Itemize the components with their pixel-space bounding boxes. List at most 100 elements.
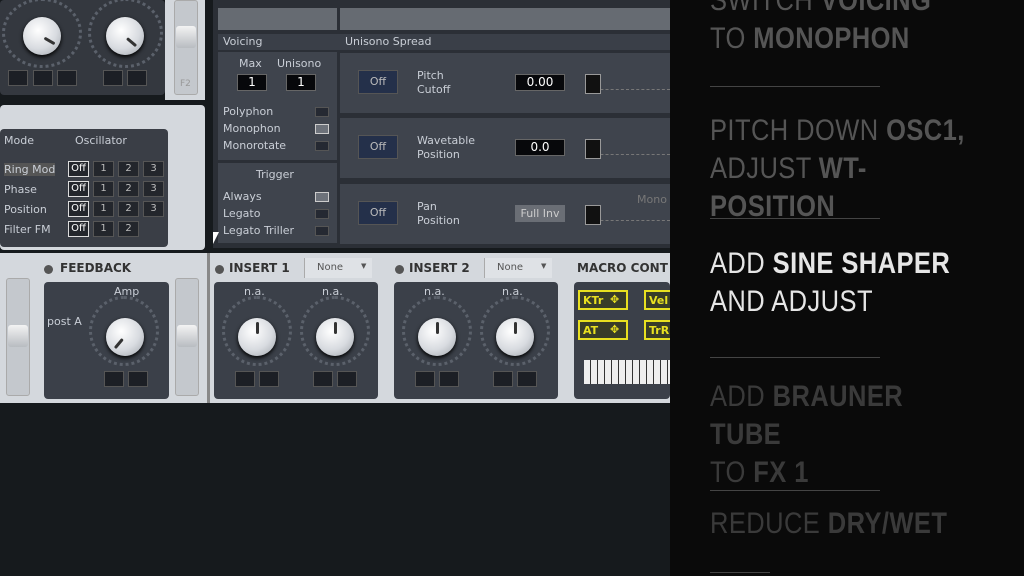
modulation-panel: Mode Oscillator Ring Mod Off 1 2 3 Phase Off 1 2… xyxy=(0,105,205,250)
feedback-fader-left[interactable] xyxy=(6,278,30,396)
mode-header: Mode xyxy=(4,134,34,147)
mod-row-label: Filter FM xyxy=(4,223,51,236)
max-voices-field[interactable]: 1 xyxy=(237,74,267,91)
spread-slider[interactable] xyxy=(585,205,670,225)
mod-slot[interactable] xyxy=(104,371,124,387)
mod-slot[interactable] xyxy=(337,371,357,387)
mod-slot[interactable] xyxy=(493,371,513,387)
mod-slot[interactable] xyxy=(128,371,148,387)
trigger-toggle[interactable] xyxy=(315,192,329,202)
voicing-title: Voicing xyxy=(223,35,263,48)
insert1-panel: INSERT 1 None ▼ n.a. n.a. xyxy=(212,256,382,399)
step-divider xyxy=(710,86,880,87)
insert1-knob[interactable] xyxy=(316,318,354,356)
mod-option-button[interactable]: 3 xyxy=(143,181,164,197)
feedback-fader-right[interactable] xyxy=(175,278,199,396)
mod-option-button[interactable]: Off xyxy=(68,221,89,237)
feedback-title: FEEDBACK xyxy=(60,261,132,275)
tutorial-step-4: ADD BRAUNER TUBE TO FX 1 xyxy=(710,380,904,489)
spread-label: Position xyxy=(417,148,460,161)
mod-option-button[interactable]: 3 xyxy=(143,161,164,177)
spread-value[interactable]: Full Inv xyxy=(515,205,565,222)
spread-label: Cutoff xyxy=(417,83,451,96)
spread-off-button[interactable]: Off xyxy=(358,135,398,159)
mod-option-button[interactable]: 2 xyxy=(118,161,139,177)
osc-knob-2[interactable] xyxy=(106,17,144,55)
oscillator-knob-panel xyxy=(0,0,165,95)
mod-slot[interactable] xyxy=(313,371,333,387)
trigger-toggle[interactable] xyxy=(315,209,329,219)
insert2-knob[interactable] xyxy=(496,318,534,356)
spread-off-button[interactable]: Off xyxy=(358,201,398,225)
macro-control-panel: MACRO CONT KTr✥Vel✥AT✥TrR✥ xyxy=(567,256,694,399)
voicing-toggle[interactable] xyxy=(315,107,329,117)
spread-label: Pitch xyxy=(417,69,444,82)
trigger-title: Trigger xyxy=(256,168,294,181)
mod-option-button[interactable]: 2 xyxy=(118,201,139,217)
mod-option-button[interactable]: 2 xyxy=(118,181,139,197)
mod-option-button[interactable]: 1 xyxy=(93,221,114,237)
drag-handle-icon[interactable]: ✥ xyxy=(610,293,619,306)
step-divider xyxy=(710,357,880,358)
macro-source-ktr[interactable]: KTr ✥ xyxy=(578,290,628,310)
insert2-title: INSERT 2 xyxy=(409,261,470,275)
voicing-toggle[interactable] xyxy=(315,124,329,134)
feedback-power-icon[interactable] xyxy=(44,265,53,274)
mod-option-button[interactable]: 1 xyxy=(93,201,114,217)
keyboard-icon[interactable] xyxy=(584,360,670,384)
mod-slot[interactable] xyxy=(33,70,53,86)
mod-option-button[interactable]: Off xyxy=(68,161,89,177)
feedback-amp-knob[interactable] xyxy=(106,318,144,356)
unisono-spread-title: Unisono Spread xyxy=(345,35,432,48)
chevron-down-icon: ▼ xyxy=(541,262,547,270)
spread-value[interactable]: 0.00 xyxy=(515,74,565,91)
macro-source-at[interactable]: AT ✥ xyxy=(578,320,628,340)
spread-slider[interactable] xyxy=(585,139,670,159)
feedback-panel: FEEDBACK Amp post A xyxy=(40,256,205,399)
mod-slot[interactable] xyxy=(8,70,28,86)
trigger-toggle[interactable] xyxy=(315,226,329,236)
mod-option-button[interactable]: Off xyxy=(68,201,89,217)
mod-slot[interactable] xyxy=(517,371,537,387)
mod-option-button[interactable]: 1 xyxy=(93,181,114,197)
tutorial-step-3: ADD SINE SHAPER AND ADJUST xyxy=(710,247,951,318)
unisono-voices-field[interactable]: 1 xyxy=(286,74,316,91)
insert2-type-dropdown[interactable]: None ▼ xyxy=(484,258,552,278)
mod-row-label: Phase xyxy=(4,183,37,196)
tutorial-step-2: PITCH DOWN OSC1, ADJUST WT-POSITION xyxy=(710,114,965,223)
step-divider xyxy=(710,218,880,219)
mod-option-button[interactable]: 2 xyxy=(118,221,139,237)
spread-value[interactable]: 0.0 xyxy=(515,139,565,156)
fader-label: F2 xyxy=(180,79,191,89)
mod-row-label: Ring Mod xyxy=(4,163,56,176)
mod-option-button[interactable]: 1 xyxy=(93,161,114,177)
insert1-power-icon[interactable] xyxy=(215,265,224,274)
spread-off-button[interactable]: Off xyxy=(358,70,398,94)
voicing-toggle[interactable] xyxy=(315,141,329,151)
insert2-panel: INSERT 2 None ▼ n.a. n.a. xyxy=(392,256,562,399)
amp-fader[interactable]: F2 xyxy=(174,0,198,95)
mod-slot[interactable] xyxy=(127,70,147,86)
insert2-knob[interactable] xyxy=(418,318,456,356)
mod-option-button[interactable]: 3 xyxy=(143,201,164,217)
insert1-title: INSERT 1 xyxy=(229,261,290,275)
osc-knob-1[interactable] xyxy=(23,17,61,55)
drag-handle-icon[interactable]: ✥ xyxy=(610,323,619,336)
mod-slot[interactable] xyxy=(259,371,279,387)
insert1-type-dropdown[interactable]: None ▼ xyxy=(304,258,372,278)
insert1-knob[interactable] xyxy=(238,318,276,356)
mod-slot[interactable] xyxy=(103,70,123,86)
mod-row-label: Position xyxy=(4,203,47,216)
macro-title: MACRO CONT xyxy=(577,261,668,275)
spread-slider[interactable] xyxy=(585,74,670,94)
mod-slot[interactable] xyxy=(57,70,77,86)
tutorial-step-1: SWITCH VOICING TO MONOPHON xyxy=(710,0,932,55)
mono-label: Mono xyxy=(637,193,667,206)
mod-option-button[interactable]: Off xyxy=(68,181,89,197)
insert2-power-icon[interactable] xyxy=(395,265,404,274)
mouse-cursor-icon xyxy=(213,232,219,244)
fx-strip: FEEDBACK Amp post A INSERT 1 None ▼ n.a. … xyxy=(0,253,694,403)
mod-slot[interactable] xyxy=(415,371,435,387)
mod-slot[interactable] xyxy=(439,371,459,387)
mod-slot[interactable] xyxy=(235,371,255,387)
